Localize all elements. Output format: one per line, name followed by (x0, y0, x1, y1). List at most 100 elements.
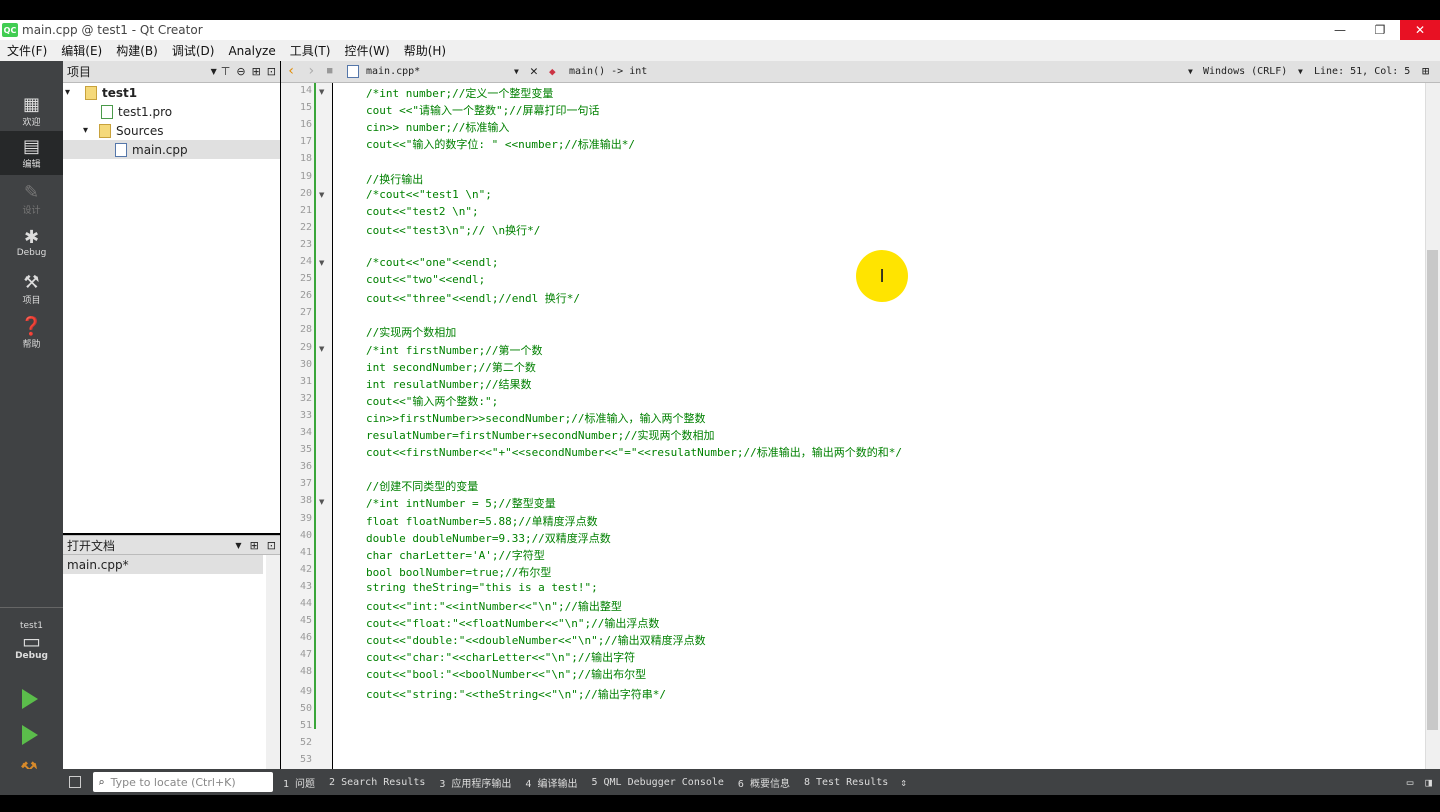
code-line[interactable]: //实现两个数相加 (366, 324, 456, 340)
menu-analyze[interactable]: Analyze (221, 44, 282, 58)
tab-application-output[interactable]: 3 应用程序输出 (439, 775, 511, 790)
close-panel-icon[interactable]: ⊡ (267, 539, 276, 552)
menu-build[interactable]: 构建(B) (109, 42, 165, 59)
back-arrow-icon[interactable]: ‹ (287, 63, 295, 79)
code-line[interactable]: /*int firstNumber;//第一个数 (366, 342, 542, 358)
code-line[interactable]: //创建不同类型的变量 (366, 478, 478, 494)
cursor-position-label[interactable]: Line: 51, Col: 5 (1314, 66, 1410, 77)
code-line[interactable]: int resulatNumber;//结果数 (366, 376, 531, 392)
right-sidebar-icon[interactable]: ◨ (1425, 776, 1432, 789)
tab-qml-debugger-console[interactable]: 5 QML Debugger Console (591, 777, 723, 788)
code-line[interactable]: /*cout<<"one"<<endl; (366, 256, 498, 269)
code-line[interactable]: cout<<"char:"<<charLetter<<"\n";//输出字符 (366, 649, 635, 665)
encoding-label[interactable]: Windows (CRLF) (1203, 66, 1287, 77)
fold-arrow-icon[interactable]: ▼ (319, 191, 324, 199)
menu-debug[interactable]: 调试(D) (165, 42, 222, 59)
tab-compile-output[interactable]: 4 编译输出 (525, 775, 577, 790)
restore-button[interactable]: ❐ (1360, 20, 1400, 40)
code-line[interactable]: float floatNumber=5.88;//单精度浮点数 (366, 513, 598, 529)
code-line[interactable]: cout<<"输入两个整数:"; (366, 393, 498, 409)
chevron-down-icon[interactable]: ▼ (1298, 67, 1303, 76)
split-icon[interactable]: ⊞ (250, 539, 259, 552)
mode-help[interactable]: ❓ 帮助 (0, 311, 63, 355)
filter-icon[interactable]: ⊤ (221, 65, 231, 78)
code-line[interactable]: /*int number;//定义一个整型变量 (366, 85, 553, 101)
split-editor-icon[interactable]: ⊞ (1422, 64, 1429, 78)
split-icon[interactable]: ⊞ (252, 65, 261, 78)
code-line[interactable]: cout<<"three"<<endl;//endl 换行*/ (366, 290, 580, 306)
code-line[interactable]: char charLetter='A';//字符型 (366, 547, 545, 563)
open-docs-scrollbar[interactable] (266, 555, 280, 769)
open-documents-title[interactable]: 打开文档 (67, 537, 115, 554)
minimize-button[interactable]: — (1320, 20, 1360, 40)
tab-search-results[interactable]: 2 Search Results (329, 777, 425, 788)
toggle-sidebar-icon[interactable] (69, 776, 81, 788)
mode-design[interactable]: ✎ 设计 (0, 177, 63, 221)
code-line[interactable]: resulatNumber=firstNumber+secondNumber;/… (366, 427, 715, 443)
tree-item-test1[interactable]: ▾ test1 (63, 83, 280, 102)
fold-arrow-icon[interactable]: ▼ (319, 498, 324, 506)
updown-arrows-icon[interactable]: ⇕ (900, 776, 907, 789)
code-line[interactable]: bool boolNumber=true;//布尔型 (366, 564, 551, 580)
close-button[interactable]: ✕ (1400, 20, 1440, 40)
tab-test-results[interactable]: 8 Test Results (804, 777, 888, 788)
editor-scrollbar-thumb[interactable] (1427, 250, 1438, 730)
tree-item-test1-pro[interactable]: test1.pro (63, 102, 280, 121)
code-line[interactable]: /*int intNumber = 5;//整型变量 (366, 495, 556, 511)
close-file-icon[interactable]: ✕ (530, 64, 538, 79)
fold-arrow-icon[interactable]: ▼ (319, 88, 324, 96)
code-line[interactable]: int secondNumber;//第二个数 (366, 359, 536, 375)
code-line[interactable]: cout <<"请输入一个整数";//屏幕打印一句话 (366, 102, 599, 118)
mode-welcome[interactable]: ▦ 欢迎 (0, 89, 63, 133)
menu-help[interactable]: 帮助(H) (397, 42, 453, 59)
kit-selector[interactable]: test1 ▭ Debug (0, 611, 63, 671)
code-line[interactable]: cout<<"two"<<endl; (366, 273, 485, 286)
open-doc-item[interactable]: main.cpp* (63, 555, 263, 574)
project-panel-title[interactable]: 项目 (67, 63, 91, 80)
code-editor[interactable]: /*int number;//定义一个整型变量 cout <<"请输入一个整数";… (333, 83, 1425, 769)
code-line[interactable]: cout<<"输入的数字位: " <<number;//标准输出*/ (366, 136, 635, 152)
output-toggle-icon[interactable]: ▭ (1407, 776, 1414, 789)
menu-tools[interactable]: 工具(T) (283, 42, 338, 59)
code-line[interactable]: string theString="this is a test!"; (366, 581, 598, 594)
code-line[interactable]: cin>> number;//标准输入 (366, 119, 509, 135)
fold-arrow-icon[interactable]: ▼ (319, 259, 324, 267)
code-line[interactable]: cout<<"bool:"<<boolNumber<<"\n";//输出布尔型 (366, 666, 646, 682)
code-line[interactable]: cout<<"double:"<<doubleNumber<<"\n";//输出… (366, 632, 706, 648)
mode-edit[interactable]: ▤ 编辑 (0, 131, 63, 175)
forward-arrow-icon[interactable]: › (307, 63, 315, 79)
locator-input[interactable]: ⌕ Type to locate (Ctrl+K) (93, 772, 273, 792)
expand-arrow-icon[interactable]: ▾ (65, 87, 81, 98)
code-line[interactable]: cout<<"string:"<<theString<<"\n";//输出字符串… (366, 686, 666, 702)
close-panel-icon[interactable]: ⊡ (267, 65, 276, 78)
code-line[interactable]: //换行输出 (366, 171, 423, 187)
code-line[interactable]: double doubleNumber=9.33;//双精度浮点数 (366, 530, 611, 546)
fold-arrow-icon[interactable]: ▼ (319, 345, 324, 353)
menu-widgets[interactable]: 控件(W) (337, 42, 396, 59)
menu-edit[interactable]: 编辑(E) (54, 42, 109, 59)
tab-issues[interactable]: 1 问题 (283, 775, 315, 790)
chevron-down-icon[interactable]: ▼ (1188, 67, 1193, 76)
tree-item-sources[interactable]: ▾ Sources (63, 121, 280, 140)
mode-debug[interactable]: ✱ Debug (0, 221, 63, 265)
chevron-down-icon[interactable]: ▼ (211, 67, 217, 76)
mode-projects[interactable]: ⚒ 项目 (0, 267, 63, 311)
code-line[interactable]: cin>>firstNumber>>secondNumber;//标准输入，输入… (366, 410, 706, 426)
chevron-down-icon[interactable]: ▼ (514, 67, 519, 76)
code-line[interactable]: cout<<"int:"<<intNumber<<"\n";//输出整型 (366, 598, 622, 614)
code-line[interactable]: cout<<"test3\n";// \n换行*/ (366, 222, 540, 238)
expand-arrow-icon[interactable]: ▾ (83, 125, 99, 136)
symbol-combo[interactable]: main() -> int (569, 66, 647, 77)
tab-general-messages[interactable]: 6 概要信息 (738, 775, 790, 790)
code-line[interactable]: cout<<firstNumber<<"+"<<secondNumber<<"=… (366, 444, 902, 460)
code-line[interactable]: cout<<"float:"<<floatNumber<<"\n";//输出浮点… (366, 615, 659, 631)
current-file-combo[interactable]: main.cpp* (366, 66, 420, 77)
debug-run-icon[interactable] (22, 725, 38, 745)
code-line[interactable]: /*cout<<"test1 \n"; (366, 188, 492, 201)
chevron-down-icon[interactable]: ▼ (235, 541, 241, 550)
tree-item-main-cpp[interactable]: main.cpp (63, 140, 280, 159)
run-icon[interactable] (22, 689, 38, 709)
link-icon[interactable]: ⊖ (236, 65, 245, 78)
code-line[interactable]: cout<<"test2 \n"; (366, 205, 479, 218)
menu-file[interactable]: 文件(F) (0, 42, 54, 59)
